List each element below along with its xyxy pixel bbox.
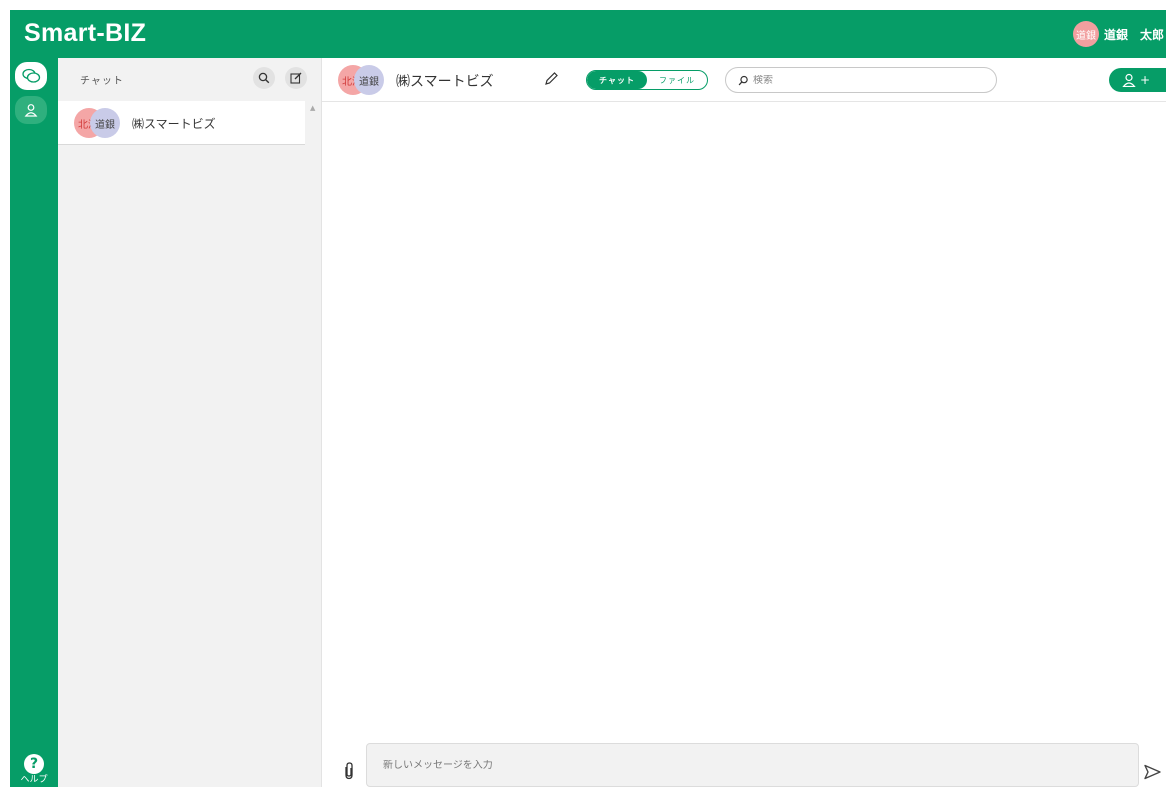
view-toggle: チャット ファイル	[586, 70, 708, 90]
chat-item-name: ㈱スマートビズ	[132, 117, 216, 131]
compose-icon	[290, 72, 302, 84]
add-member-button[interactable]: +	[1109, 68, 1166, 92]
send-icon	[1144, 764, 1161, 780]
side-rail: ? ヘルプ	[10, 58, 58, 787]
tab-chat[interactable]: チャット	[587, 71, 647, 89]
user-menu[interactable]: 道銀 道銀 太郎	[1072, 21, 1164, 47]
chat-search-button[interactable]	[253, 67, 275, 89]
new-chat-button[interactable]	[285, 67, 307, 89]
attach-button[interactable]	[342, 761, 360, 783]
paperclip-icon	[345, 762, 353, 780]
app-logo: Smart-BIZ	[24, 19, 147, 47]
search-icon	[258, 72, 270, 84]
message-input[interactable]	[383, 759, 1083, 771]
user-avatar: 道銀	[1072, 21, 1099, 47]
person-icon	[24, 104, 38, 117]
room-search	[725, 67, 997, 93]
chat-list-item[interactable]: 北洋 道銀 ㈱スマートビズ	[58, 101, 305, 145]
chat-room: 北洋 道銀 ㈱スマートビズ チャット ファイル +	[322, 58, 1166, 787]
chat-list-title: チャット	[80, 76, 124, 87]
message-composer	[322, 743, 1166, 787]
room-name: ㈱スマートビズ	[396, 74, 494, 90]
chat-list-panel: チャット 北洋 道銀 ㈱スマートビズ ▲	[58, 58, 322, 787]
message-input-box	[366, 743, 1139, 787]
help-button[interactable]: ? ヘルプ	[10, 754, 58, 785]
pencil-icon	[545, 72, 558, 85]
user-name: 道銀 太郎	[1103, 27, 1164, 42]
avatar: 道銀	[90, 108, 120, 138]
top-bar: Smart-BIZ 道銀 道銀 太郎	[10, 10, 1166, 58]
search-icon	[738, 75, 748, 85]
room-search-input[interactable]	[753, 74, 973, 86]
help-icon: ?	[24, 754, 44, 774]
send-button[interactable]	[1142, 762, 1162, 782]
rail-contacts-button[interactable]	[15, 96, 47, 124]
chat-list-header: チャット	[58, 58, 322, 98]
room-avatars: 北洋 道銀	[338, 65, 384, 95]
chat-bubbles-icon	[22, 68, 41, 83]
room-header: 北洋 道銀 ㈱スマートビズ チャット ファイル +	[322, 58, 1166, 102]
chat-item-avatars: 北洋 道銀	[74, 108, 120, 138]
help-label: ヘルプ	[20, 775, 48, 785]
tab-file[interactable]: ファイル	[647, 71, 707, 89]
scroll-up-icon[interactable]: ▲	[310, 104, 315, 112]
add-member-plus: +	[1140, 73, 1151, 87]
edit-room-button[interactable]	[542, 70, 560, 88]
add-person-icon	[1122, 73, 1136, 87]
rail-chat-button[interactable]	[15, 62, 47, 90]
avatar: 道銀	[354, 65, 384, 95]
